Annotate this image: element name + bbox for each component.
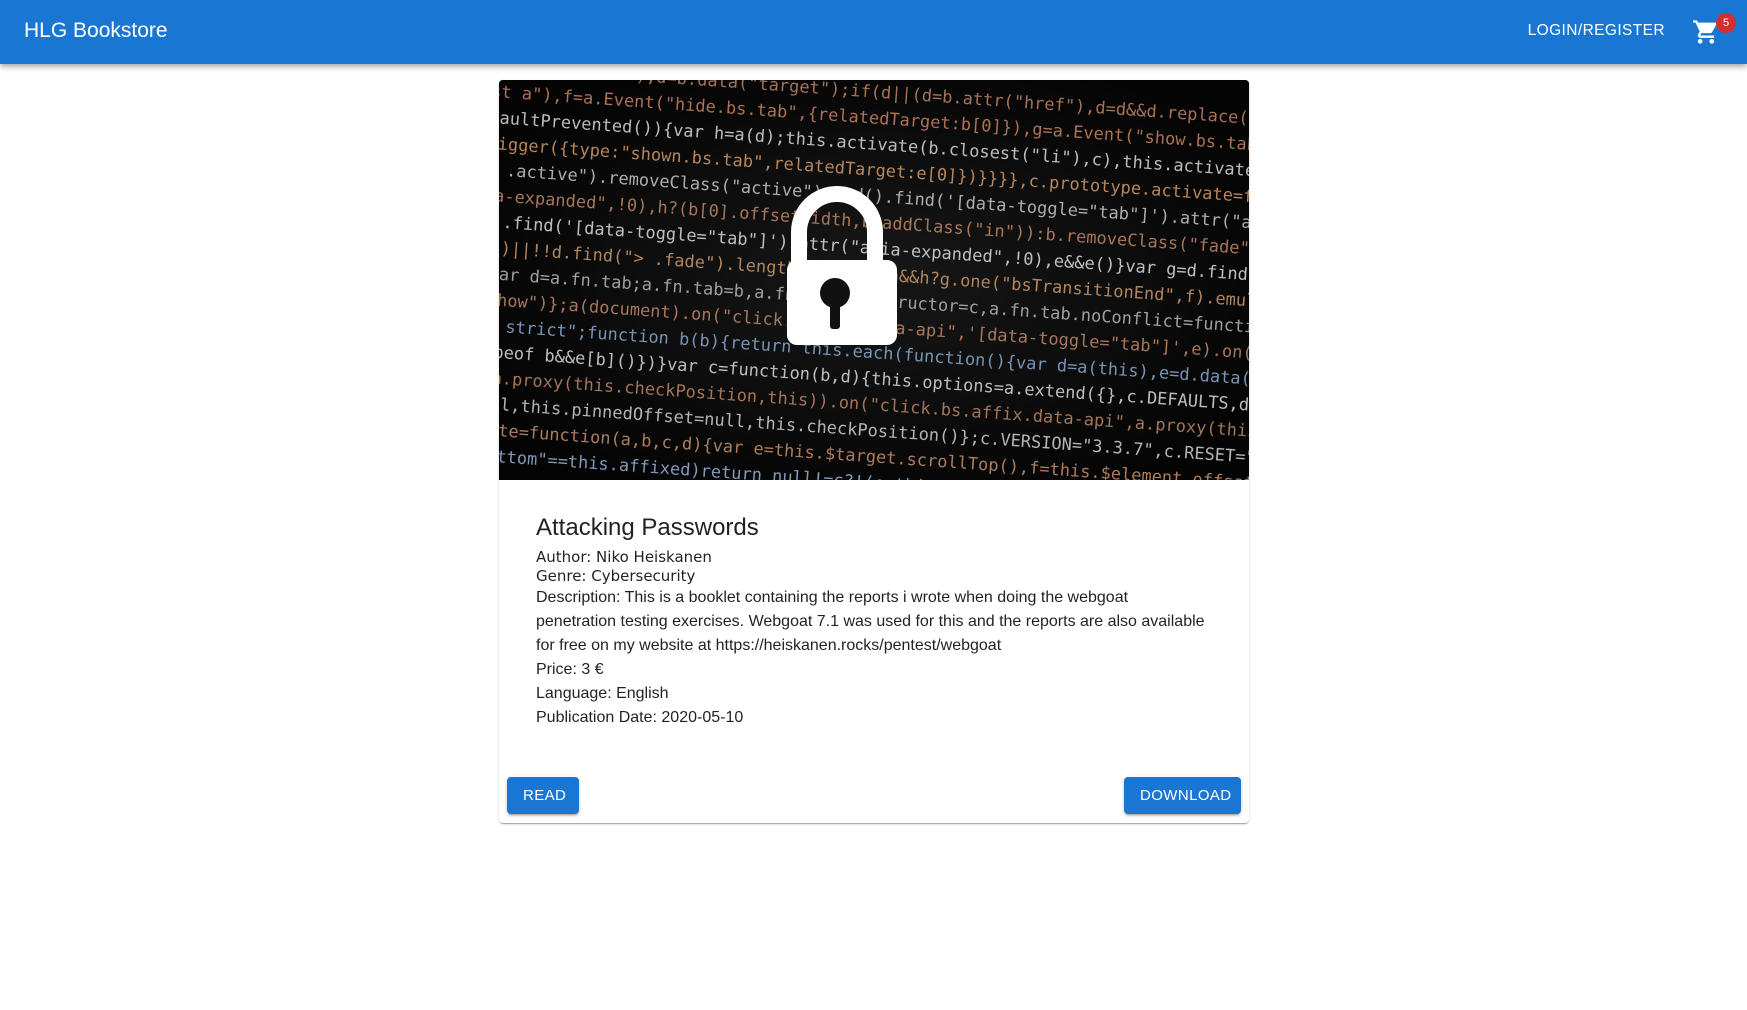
read-button[interactable]: READ [507, 777, 579, 814]
book-cover-image: dropdown-menu"),d=b.data("target");if(d|… [499, 80, 1249, 480]
cart-count-badge: 5 [1716, 13, 1736, 33]
book-genre: Genre: Cybersecurity [536, 567, 696, 585]
app-bar: HLG Bookstore LOGIN/REGISTER 5 [0, 0, 1747, 64]
login-register-button[interactable]: LOGIN/REGISTER [1528, 19, 1665, 43]
download-button[interactable]: DOWNLOAD [1124, 777, 1241, 814]
book-language: Language: English [536, 685, 669, 702]
book-publication-date: Publication Date: 2020-05-10 [536, 709, 744, 726]
book-author: Author: Niko Heiskanen [536, 548, 712, 566]
book-description: Description: This is a booklet containin… [536, 589, 1205, 654]
book-details: Attacking Passwords Author: Niko Heiskan… [536, 512, 1212, 730]
card-actions: READ DOWNLOAD [507, 777, 1241, 814]
brand-title[interactable]: HLG Bookstore [24, 18, 168, 44]
book-card: dropdown-menu"),d=b.data("target");if(d|… [499, 80, 1249, 823]
book-title: Attacking Passwords [536, 514, 759, 541]
book-price: Price: 3 € [536, 661, 604, 678]
